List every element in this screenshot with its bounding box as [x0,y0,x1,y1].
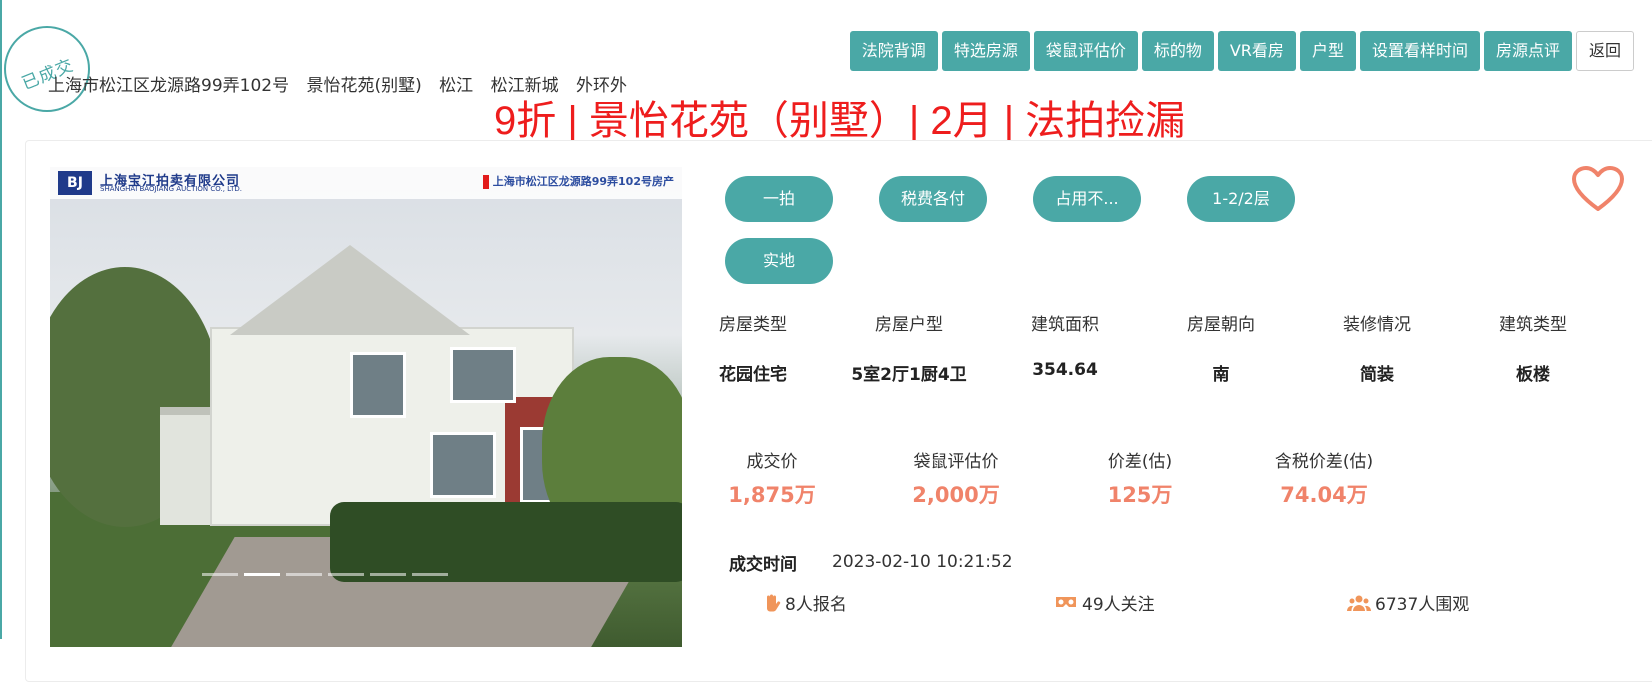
followers-stat: 49人关注 [1054,590,1155,615]
attr-value-house-type: 花园住宅 [719,365,787,385]
tag-occupancy[interactable]: 占用不... [1033,176,1141,222]
photo-house-roof [230,245,470,335]
photo-window [350,352,406,418]
court-check-button[interactable]: 法院背调 [849,31,938,71]
left-accent-border [0,0,2,639]
attr-value-building-type: 板楼 [1516,365,1550,385]
viewers-count: 6737人围观 [1375,595,1470,615]
deal-time-value: 2023-02-10 10:21:52 [832,552,1013,572]
price-label-deal: 成交价 [746,452,798,472]
attr-label-decoration: 装修情况 [1343,315,1411,335]
signups-count: 8人报名 [785,595,847,615]
photo-watermark-header: BJ 上海宝江拍卖有限公司 SHANGHAI BAOJIANG AUCTION … [50,167,682,199]
price-value-valuation: 2,000万 [912,483,1000,507]
slide-dot-active[interactable] [244,573,280,576]
auction-company-logo: BJ [58,171,92,195]
users-group-icon [1347,595,1371,611]
attr-label-house-type: 房屋类型 [719,315,787,335]
tag-floor: 1-2/2层 [1187,176,1295,222]
signups-stat: 8人报名 [763,590,847,615]
vr-tour-button[interactable]: VR看房 [1217,31,1296,71]
listing-review-button[interactable]: 房源点评 [1483,31,1572,71]
attr-label-building-type: 建筑类型 [1499,315,1567,335]
tag-auction-round: 一拍 [725,176,833,222]
photo-window [450,347,516,403]
slide-dot[interactable] [286,573,322,576]
address-community: 景怡花苑(别墅) [306,76,422,96]
floor-plan-button[interactable]: 户型 [1299,31,1356,71]
auction-company-name-en: SHANGHAI BAOJIANG AUCTION CO., LTD. [100,185,243,193]
photo-hedge [330,502,682,582]
tag-tax: 税费各付 [879,176,987,222]
address-street: 上海市松江区龙源路99弄102号 [48,76,290,96]
favorite-heart-icon[interactable] [1572,166,1624,212]
vr-glasses-icon [1056,596,1076,607]
slide-dot[interactable] [202,573,238,576]
hand-icon [767,594,781,611]
valuation-button[interactable]: 袋鼠评估价 [1033,31,1138,71]
back-button[interactable]: 返回 [1575,31,1634,71]
attr-label-area: 建筑面积 [1031,315,1099,335]
top-toolbar: 法院背调 特选房源 袋鼠评估价 标的物 VR看房 户型 设置看样时间 房源点评 … [849,31,1634,71]
viewers-stat: 6737人围观 [1347,590,1469,615]
photo-caption: 上海市松江区龙源路99弄102号房产 [483,173,674,189]
price-label-diff: 价差(估) [1107,452,1173,472]
attr-value-layout: 5室2厅1厨4卫 [851,365,967,385]
photo-window [430,432,496,498]
attr-label-orientation: 房屋朝向 [1187,315,1255,335]
price-value-deal: 1,875万 [728,483,816,507]
attr-value-decoration: 简装 [1360,365,1394,385]
slide-dot[interactable] [412,573,448,576]
followers-count: 49人关注 [1082,595,1155,615]
property-photo[interactable]: BJ 上海宝江拍卖有限公司 SHANGHAI BAOJIANG AUCTION … [50,167,682,647]
attr-label-layout: 房屋户型 [875,315,943,335]
sold-stamp: 已成交 [4,26,90,112]
price-label-valuation: 袋鼠评估价 [913,452,999,472]
price-value-diff: 125万 [1107,483,1173,507]
set-viewing-time-button[interactable]: 设置看样时间 [1359,31,1480,71]
attr-value-orientation: 南 [1212,365,1230,385]
attr-value-area: 354.64 [1032,360,1098,380]
auction-item-button[interactable]: 标的物 [1141,31,1214,71]
listing-headline: 9折 | 景怡花苑（别墅）| 2月 | 法拍捡漏 [494,99,1186,143]
price-value-tax-diff: 74.04万 [1280,483,1368,507]
price-label-tax-diff: 含税价差(估) [1274,452,1374,472]
slide-dot[interactable] [328,573,364,576]
slide-indicator [202,573,448,576]
slide-dot[interactable] [370,573,406,576]
address-district: 松江 [439,76,474,96]
deal-time-label: 成交时间 [729,555,797,575]
tag-onsite: 实地 [725,238,833,284]
featured-listings-button[interactable]: 特选房源 [941,31,1030,71]
